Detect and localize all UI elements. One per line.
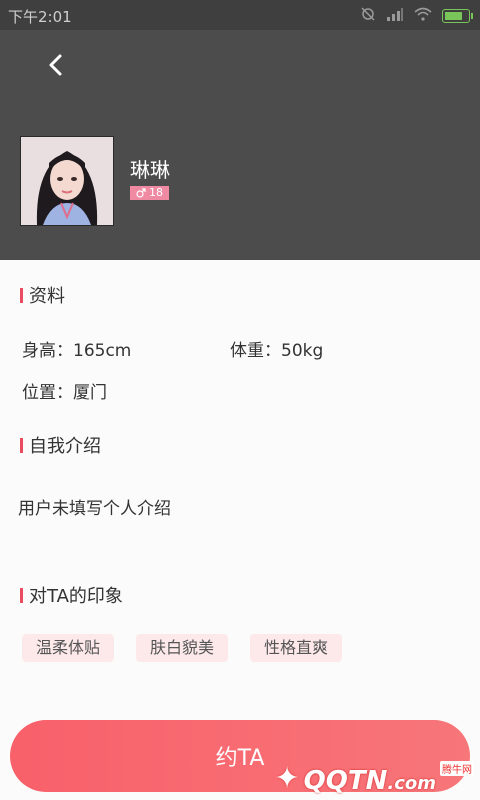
section-marker [20, 287, 23, 303]
watermark-brand: QQTN.com [303, 766, 436, 796]
male-symbol-icon [136, 188, 146, 198]
chevron-left-icon [49, 54, 62, 76]
gender-age-badge: 18 [130, 186, 169, 200]
section-marker [20, 587, 23, 603]
watermark-sub: 腾牛网 [440, 761, 474, 776]
impression-tag[interactable]: 温柔体贴 [22, 634, 115, 662]
impression-tag[interactable]: 肤白貌美 [136, 634, 229, 662]
watermark-logo-icon: ✦ [274, 761, 300, 796]
sync-off-icon [360, 6, 376, 26]
intro-text: 用户未填写个人介绍 [18, 499, 171, 519]
section-intro-label: 自我介绍 [29, 436, 101, 457]
section-impressions-label: 对TA的印象 [29, 586, 123, 607]
location-field: 位置：厦门 [22, 383, 107, 403]
watermark: ✦ QQTN.com 腾牛网 [275, 761, 474, 796]
height-field: 身高：165cm [22, 341, 132, 361]
status-icons [360, 6, 473, 26]
profile-header: 琳琳 18 [0, 30, 480, 260]
back-button[interactable] [40, 50, 70, 80]
section-info-label: 资料 [29, 286, 65, 307]
profile-content: 资料 身高：165cm 体重：50kg 位置：厦门 自我介绍 用户未填写个人介绍… [0, 260, 480, 800]
profile-name: 琳琳 [130, 158, 170, 182]
wifi-icon [414, 7, 432, 25]
battery-icon [442, 9, 473, 23]
section-marker [20, 437, 23, 453]
section-info-title: 资料 [20, 282, 65, 308]
battery-level [445, 12, 462, 20]
avatar[interactable] [20, 136, 114, 226]
date-ta-label: 约TA [215, 746, 265, 771]
status-time: 下午2:01 [8, 8, 72, 26]
signal-icon [386, 7, 404, 25]
status-bar: 下午2:01 [0, 0, 480, 30]
section-intro-title: 自我介绍 [20, 432, 101, 458]
age-value: 18 [149, 186, 163, 199]
section-impressions-title: 对TA的印象 [20, 582, 123, 608]
weight-field: 体重：50kg [230, 341, 324, 361]
impression-tags: 温柔体贴 肤白貌美 性格直爽 [22, 634, 343, 662]
impression-tag[interactable]: 性格直爽 [250, 634, 343, 662]
